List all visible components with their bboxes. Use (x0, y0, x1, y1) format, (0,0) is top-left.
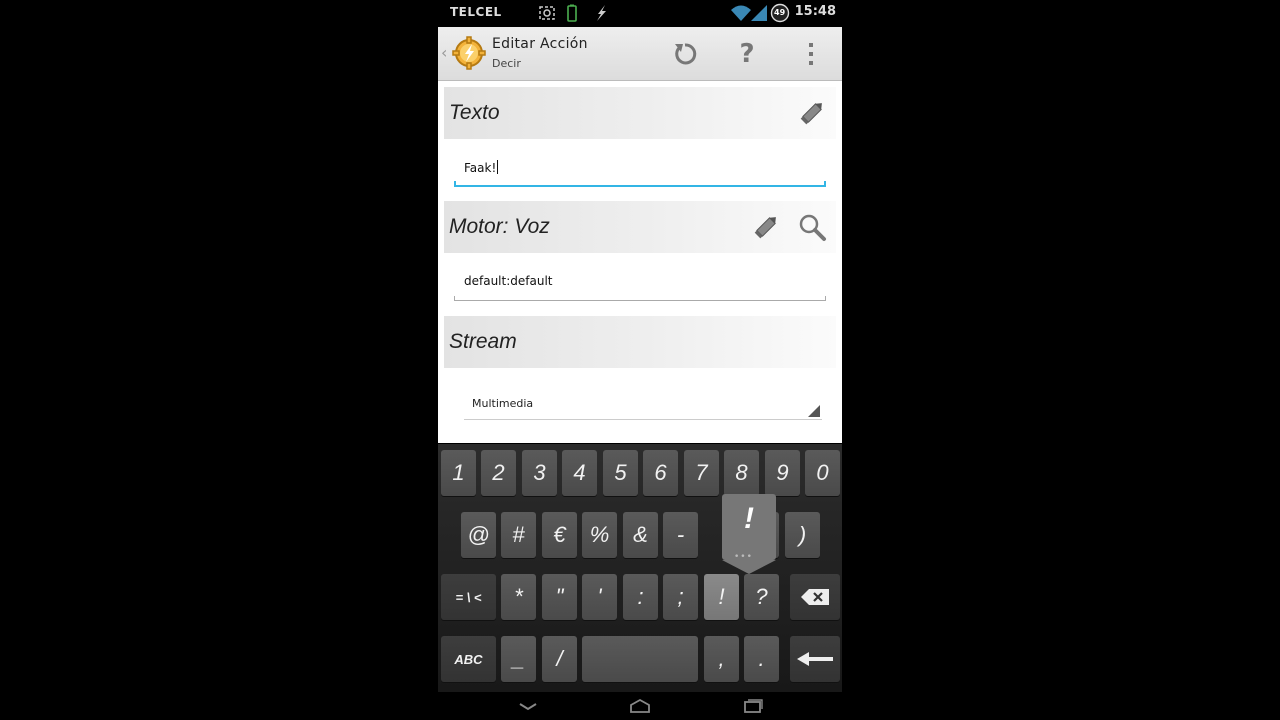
carrier-label: TELCEL (450, 5, 502, 19)
home-button[interactable] (628, 698, 652, 714)
help-button[interactable]: ? (730, 37, 764, 71)
key-period[interactable]: . (744, 636, 779, 682)
motor-input[interactable]: default:default (464, 274, 553, 288)
key-dash[interactable]: - (663, 512, 698, 558)
stream-spinner[interactable]: Multimedia (464, 391, 822, 420)
tasker-bolt-icon (592, 4, 610, 26)
backspace-icon (801, 589, 829, 605)
section-motor: Motor: Voz (444, 201, 836, 253)
key-percent[interactable]: % (582, 512, 617, 558)
key-preview-more-indicator: ••• (734, 552, 753, 562)
key-6[interactable]: 6 (643, 450, 678, 496)
key-ampersand[interactable]: & (623, 512, 658, 558)
key-close-paren[interactable]: ) (785, 512, 820, 558)
key-underscore[interactable]: _ (501, 636, 536, 682)
wifi-icon (730, 4, 752, 26)
help-icon: ? (739, 39, 755, 69)
page-subtitle: Decir (492, 57, 521, 70)
stream-selected-value: Multimedia (472, 397, 534, 410)
undo-icon (675, 43, 697, 65)
navigation-bar (438, 692, 842, 720)
spinner-arrow-icon (808, 405, 820, 417)
key-abc[interactable]: ABC (441, 636, 496, 682)
key-2[interactable]: 2 (481, 450, 516, 496)
motor-field[interactable]: default:default (454, 271, 826, 301)
key-double-quote[interactable]: " (542, 574, 577, 620)
key-single-quote[interactable]: ' (582, 574, 617, 620)
section-texto: Texto (444, 87, 836, 139)
key-4[interactable]: 4 (562, 450, 597, 496)
back-chevron-icon[interactable]: ‹ (441, 43, 447, 62)
recent-apps-button[interactable] (740, 698, 764, 714)
enter-key[interactable] (790, 636, 840, 682)
texto-input[interactable]: Faak! (464, 160, 499, 175)
battery-notification-icon (566, 4, 578, 26)
key-3[interactable]: 3 (522, 450, 557, 496)
hide-keyboard-button[interactable] (516, 698, 540, 714)
screenshot-icon (538, 4, 556, 26)
key-at[interactable]: @ (461, 512, 496, 558)
home-icon (630, 698, 650, 713)
key-exclamation[interactable]: ! (704, 574, 739, 620)
key-more-symbols[interactable]: = \ < (441, 574, 496, 620)
page-title: Editar Acción (492, 36, 588, 52)
key-asterisk[interactable]: * (501, 574, 536, 620)
key-euro[interactable]: € (542, 512, 577, 558)
space-key[interactable] (582, 636, 698, 682)
key-5[interactable]: 5 (603, 450, 638, 496)
text-cursor (497, 160, 499, 174)
key-preview-popup: ! (722, 494, 776, 560)
undo-button[interactable] (668, 37, 702, 71)
overflow-menu-icon (809, 43, 813, 65)
battery-icon: 49 (770, 3, 790, 27)
status-bar: TELCEL 49 15:48 (438, 0, 842, 26)
backspace-key[interactable] (790, 574, 840, 620)
key-hash[interactable]: # (501, 512, 536, 558)
texto-field[interactable]: Faak! (454, 157, 826, 187)
key-question[interactable]: ? (744, 574, 779, 620)
field-underline (454, 296, 826, 301)
stream-label: Stream (449, 330, 517, 353)
motor-label: Motor: Voz (449, 215, 550, 238)
texto-edit-button[interactable] (796, 97, 828, 129)
key-0[interactable]: 0 (805, 450, 840, 496)
motor-edit-button[interactable] (750, 211, 782, 243)
action-bar: ‹ Editar Acción Decir ? (438, 27, 842, 81)
battery-level-text: 49 (774, 8, 786, 17)
search-icon (799, 214, 826, 241)
key-9[interactable]: 9 (765, 450, 800, 496)
key-8[interactable]: 8 (724, 450, 759, 496)
signal-icon (750, 4, 768, 26)
section-stream: Stream (444, 316, 836, 368)
recent-apps-icon (744, 699, 763, 713)
overflow-menu-button[interactable] (794, 37, 828, 71)
pencil-icon (754, 217, 776, 239)
phone-screen: TELCEL 49 15:48 ‹ Editar Acción Decir ? … (438, 0, 842, 720)
pencil-icon (800, 103, 822, 125)
app-icon[interactable] (452, 36, 486, 74)
chevron-down-icon (519, 703, 537, 711)
content-area: Texto Faak! Motor: Voz default:default S… (438, 81, 842, 443)
key-colon[interactable]: : (623, 574, 658, 620)
key-comma[interactable]: , (704, 636, 739, 682)
clock: 15:48 (794, 4, 836, 19)
key-preview-tail (722, 560, 776, 574)
enter-arrow-icon (797, 652, 833, 666)
field-underline-focused (454, 181, 826, 187)
key-semicolon[interactable]: ; (663, 574, 698, 620)
key-1[interactable]: 1 (441, 450, 476, 496)
motor-search-button[interactable] (796, 211, 828, 243)
texto-label: Texto (449, 101, 500, 124)
key-slash[interactable]: / (542, 636, 577, 682)
key-7[interactable]: 7 (684, 450, 719, 496)
